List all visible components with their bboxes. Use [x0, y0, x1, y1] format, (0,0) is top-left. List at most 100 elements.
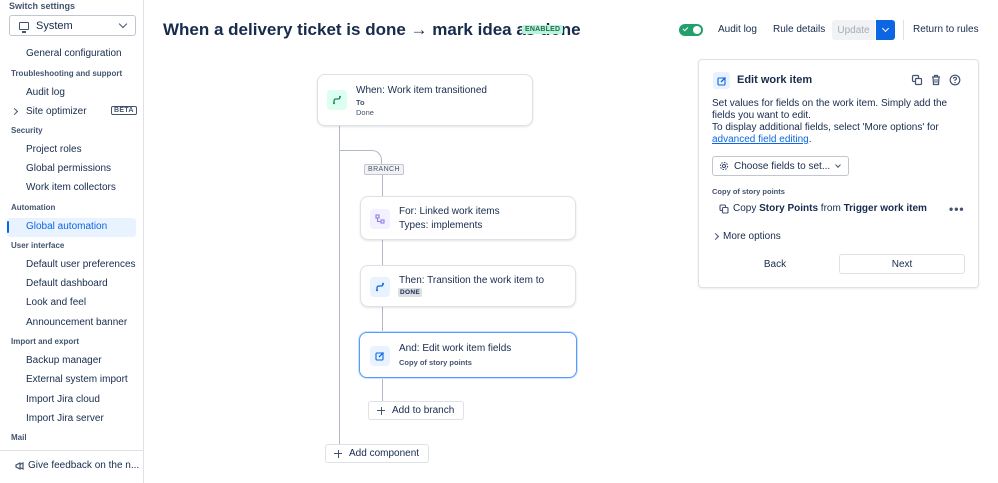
give-feedback-button[interactable]: Give feedback on the n... [15, 460, 139, 471]
return-to-rules-button[interactable]: Return to rules [913, 24, 979, 35]
edit-work-item-panel: Edit work item Set values for fields on … [698, 59, 979, 288]
section-user-interface: User interface [11, 241, 65, 250]
transition-icon [370, 277, 390, 297]
back-button[interactable]: Back [712, 254, 838, 274]
add-to-branch-label: Add to branch [392, 405, 455, 416]
divider [0, 450, 143, 451]
panel-description-end: . [808, 134, 812, 145]
header-divider [903, 20, 904, 40]
chevron-down-icon [118, 19, 128, 29]
section-security: Security [11, 126, 43, 135]
copy-prefix: Copy [733, 203, 760, 214]
switch-settings-select[interactable]: System [9, 15, 136, 36]
switch-settings-label: Switch settings [9, 1, 76, 11]
sidebar-item-global-permissions[interactable]: Global permissions [26, 163, 111, 174]
section-mail: Mail [11, 433, 27, 442]
add-component-label: Add component [349, 448, 420, 459]
branch-icon [370, 209, 390, 229]
feedback-label: Give feedback on the n... [28, 460, 140, 471]
duplicate-icon[interactable] [911, 74, 923, 86]
plus-icon [377, 406, 385, 415]
sidebar-item-work-item-collectors[interactable]: Work item collectors [26, 182, 116, 193]
panel-description-text: To display additional fields, select 'Mo… [712, 122, 939, 133]
and-card-title: And: Edit work item fields [399, 343, 512, 354]
panel-title: Edit work item [737, 74, 813, 86]
sidebar-item-global-automation[interactable]: Global automation [26, 221, 107, 232]
rule-details-button[interactable]: Rule details [773, 24, 825, 35]
sidebar-item-backup-manager[interactable]: Backup manager [26, 355, 102, 366]
sidebar-item-general-configuration[interactable]: General configuration [26, 48, 122, 59]
megaphone-icon [15, 461, 24, 470]
more-options-toggle[interactable]: More options [723, 231, 781, 242]
gear-icon [719, 161, 729, 171]
trigger-to-label: To [356, 98, 365, 107]
then-card-title: Then: Transition the work item to [399, 275, 545, 286]
trigger-card[interactable]: When: Work item transitioned To Done [317, 74, 533, 126]
for-card-title: For: Linked work items [399, 206, 500, 217]
copy-field-row: Copy Story Points from Trigger work item [719, 203, 927, 214]
next-button[interactable]: Next [839, 254, 965, 274]
chevron-right-icon[interactable] [10, 107, 19, 116]
chevron-right-icon[interactable] [711, 232, 720, 241]
advanced-field-editing-link[interactable]: advanced field editing [712, 134, 809, 145]
sidebar-item-import-jira-cloud[interactable]: Import Jira cloud [26, 394, 100, 405]
add-component-button[interactable]: Add component [325, 444, 430, 463]
panel-description-line: To display additional fields, select 'Mo… [712, 122, 970, 146]
section-automation: Automation [11, 203, 56, 212]
choose-fields-dropdown[interactable]: Choose fields to set... [712, 156, 850, 176]
choose-fields-label: Choose fields to set... [734, 160, 831, 172]
beta-badge: BETA [111, 106, 137, 115]
sidebar-item-site-optimizer[interactable]: Site optimizer [26, 106, 87, 117]
then-action-card[interactable]: Then: Transition the work item to [360, 265, 576, 307]
copy-from: from [818, 203, 844, 214]
status-lozenge: DONE [398, 288, 422, 297]
branch-connector [382, 307, 383, 333]
rule-enabled-toggle[interactable] [679, 24, 703, 36]
branch-connector [382, 377, 383, 401]
sidebar-item-audit-log[interactable]: Audit log [26, 87, 65, 98]
edit-icon [370, 346, 390, 366]
and-card-sub: Copy of story points [399, 358, 472, 367]
sidebar-item-project-roles[interactable]: Project roles [26, 144, 82, 155]
branch-for-card[interactable]: For: Linked work items Types: implements [360, 196, 576, 240]
monitor-icon [19, 21, 29, 33]
for-card-sub: Types: implements [399, 220, 483, 231]
sidebar-item-announcement-banner[interactable]: Announcement banner [26, 317, 127, 328]
sidebar-item-look-and-feel[interactable]: Look and feel [26, 297, 86, 308]
update-dropdown-button[interactable] [876, 20, 895, 40]
toggle-knob [693, 26, 701, 34]
active-item-indicator [7, 221, 9, 233]
section-import-export: Import and export [11, 337, 80, 346]
sidebar-item-external-system-import[interactable]: External system import [26, 374, 128, 385]
branch-connector [339, 150, 382, 164]
page-title: When a delivery ticket is done → mark id… [163, 20, 581, 39]
copy-section-label: Copy of story points [712, 187, 785, 196]
trash-icon[interactable] [930, 74, 942, 86]
chevron-down-icon [835, 161, 842, 168]
trigger-to-value: Done [356, 108, 374, 117]
update-button[interactable]: Update [832, 20, 875, 40]
panel-description-line: Set values for fields on the work item. … [712, 98, 948, 121]
switch-settings-value: System [36, 19, 73, 32]
add-to-branch-button[interactable]: Add to branch [368, 401, 465, 420]
panel-description: Set values for fields on the work item. … [712, 98, 970, 146]
transition-icon [327, 90, 347, 110]
sidebar-item-import-jira-server[interactable]: Import Jira server [26, 413, 104, 424]
and-action-card[interactable]: And: Edit work item fields Copy of story… [359, 332, 577, 378]
copy-source: Trigger work item [843, 203, 927, 214]
edit-icon [713, 72, 730, 89]
audit-log-button[interactable]: Audit log [718, 24, 757, 35]
branch-connector [382, 240, 383, 266]
sidebar-item-default-dashboard[interactable]: Default dashboard [26, 278, 108, 289]
copy-icon [719, 203, 729, 214]
admin-sidebar: Switch settings System General configura… [0, 0, 144, 483]
help-icon[interactable] [949, 74, 961, 86]
plus-icon [334, 449, 342, 458]
flow-connector [339, 125, 340, 445]
sidebar-item-default-user-preferences[interactable]: Default user preferences [26, 259, 136, 270]
copy-field-name: Story Points [759, 203, 819, 214]
status-badge: ENABLED [522, 25, 564, 34]
check-icon [682, 25, 689, 32]
trigger-title: When: Work item transitioned [356, 85, 487, 96]
more-actions-icon[interactable]: ••• [949, 202, 965, 216]
